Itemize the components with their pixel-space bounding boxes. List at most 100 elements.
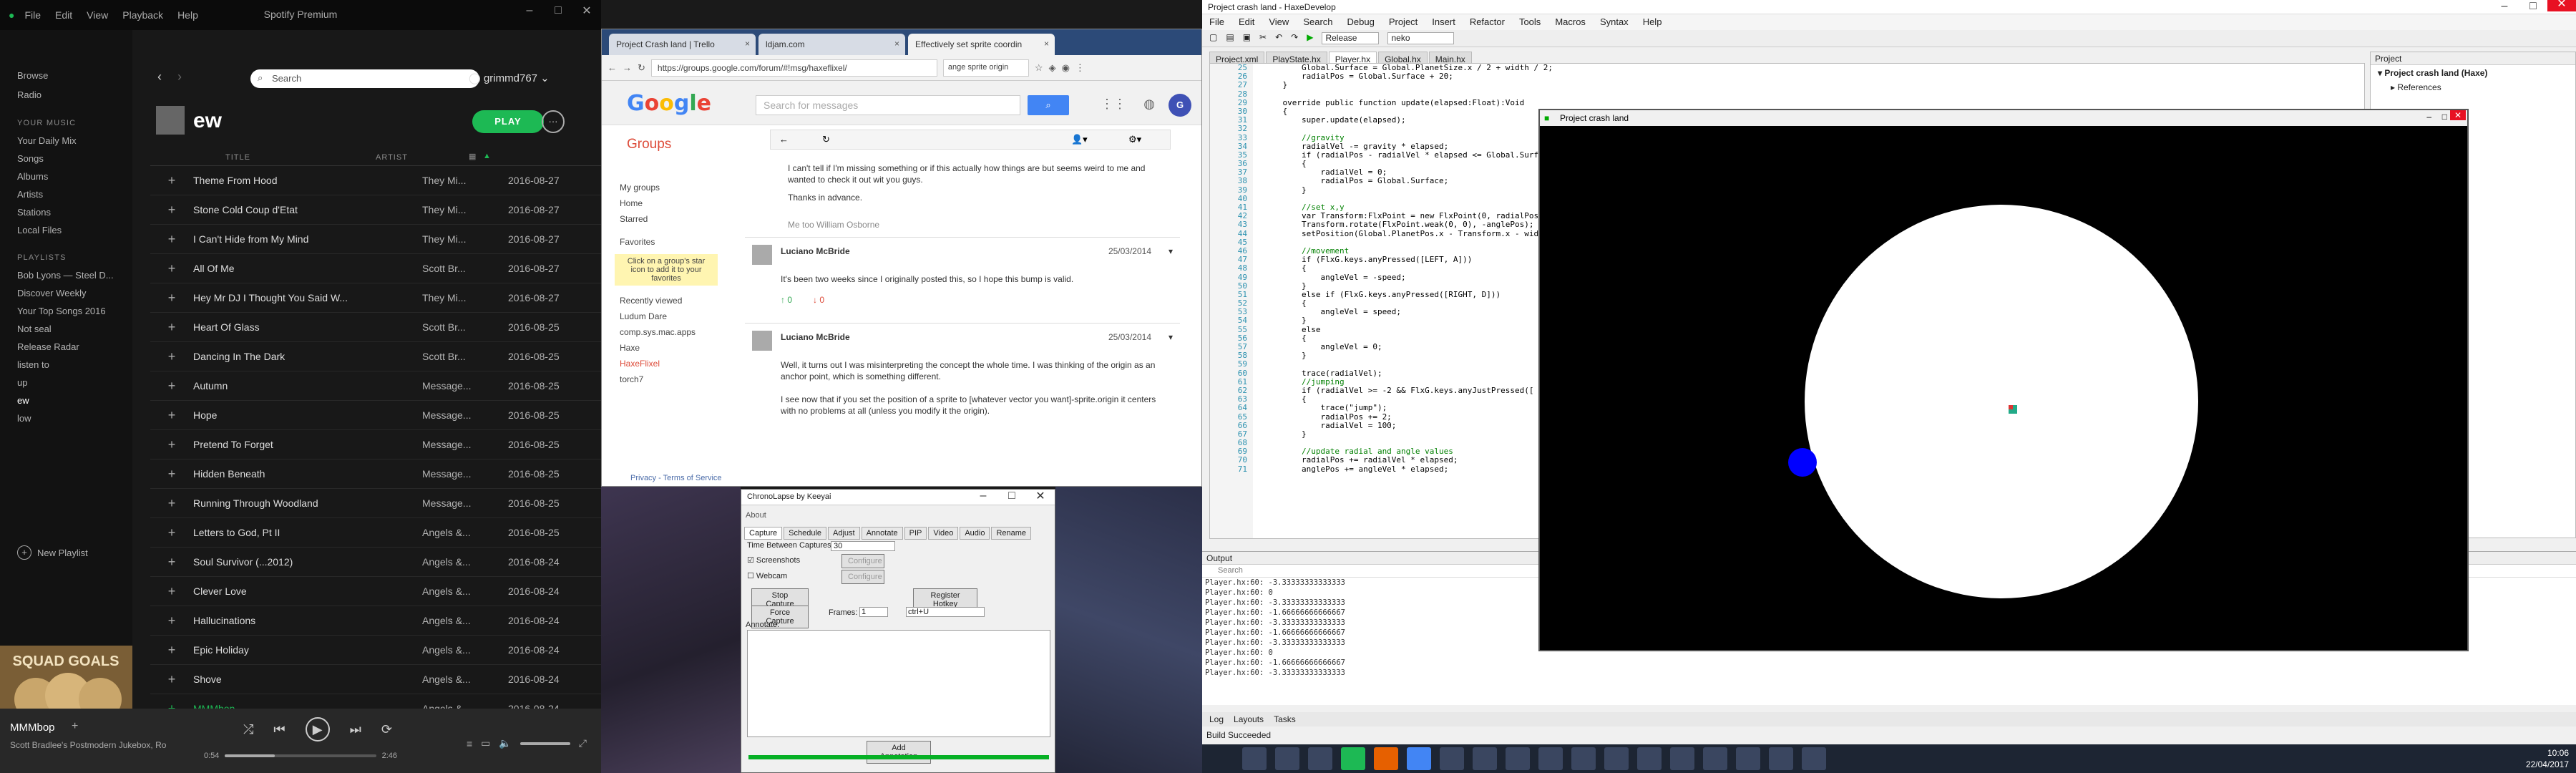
col-title[interactable]: TITLE <box>225 153 250 162</box>
add-track-icon[interactable]: + <box>150 261 193 276</box>
back-icon[interactable]: ← <box>608 62 617 73</box>
maximize-icon[interactable]: □ <box>2519 0 2547 17</box>
sidebar-item-daily-mix[interactable]: Your Daily Mix <box>0 132 132 150</box>
playlist-item[interactable]: up <box>0 374 132 392</box>
taskbar-app-icon[interactable] <box>1473 747 1497 770</box>
close-icon[interactable]: ✕ <box>572 0 601 21</box>
table-row[interactable]: + Hidden Beneath Message... 2016-08-25 <box>150 460 601 489</box>
recent-item[interactable]: comp.sys.mac.apps <box>609 324 723 340</box>
now-playing-title[interactable]: MMMbop <box>10 721 55 734</box>
table-row[interactable]: + Soul Survivor (...2012) Angels &... 2016-… <box>150 548 601 577</box>
recent-item[interactable]: Ludum Dare <box>609 308 723 324</box>
track-artist[interactable]: Angels &... <box>422 644 508 656</box>
table-row[interactable]: + Heart Of Glass Scott Br... 2016-08-25 <box>150 313 601 342</box>
track-artist[interactable]: They Mi... <box>422 233 508 245</box>
next-icon[interactable]: ⏭ <box>350 722 361 737</box>
add-annotation-button[interactable]: Add Annotation <box>867 741 931 764</box>
find-input[interactable]: ange sprite origin <box>942 59 1029 77</box>
track-artist[interactable]: Angels &... <box>422 585 508 597</box>
table-row[interactable]: + Pretend To Forget Message... 2016-08-25 <box>150 430 601 460</box>
post-author[interactable]: Luciano McBride <box>781 246 850 256</box>
menu-view[interactable]: View <box>87 9 108 21</box>
playlist-item[interactable]: Your Top Songs 2016 <box>0 302 132 320</box>
table-row[interactable]: + Stone Cold Coup d'Etat They Mi... 2016-08… <box>150 195 601 225</box>
queue-icon[interactable]: ≡ <box>467 738 472 749</box>
track-artist[interactable]: Scott Br... <box>422 351 508 362</box>
menu-item[interactable]: Tools <box>1519 16 1541 28</box>
add-track-icon[interactable]: + <box>150 203 193 218</box>
track-artist[interactable]: Angels &... <box>422 674 508 685</box>
add-track-icon[interactable]: + <box>150 643 193 658</box>
taskbar-app-icon[interactable] <box>1802 747 1826 770</box>
taskbar-app-icon[interactable] <box>1637 747 1662 770</box>
track-artist[interactable]: Scott Br... <box>422 321 508 333</box>
taskbar-app-icon[interactable] <box>1538 747 1563 770</box>
code-line[interactable]: radialPos = Global.Surface + 20; <box>1264 72 2364 81</box>
menu-item[interactable]: View <box>1269 16 1289 28</box>
menu-item[interactable]: Refactor <box>1470 16 1505 28</box>
add-track-icon[interactable]: + <box>150 584 193 599</box>
play-pause-button[interactable]: ▶ <box>305 717 330 742</box>
taskbar-app-icon[interactable] <box>1308 747 1332 770</box>
nav-home[interactable]: Home <box>609 195 723 211</box>
code-line[interactable] <box>1264 90 2364 99</box>
sidebar-item-radio[interactable]: Radio <box>0 85 132 104</box>
redo-icon[interactable]: ↷ <box>1291 32 1298 44</box>
track-artist[interactable]: Message... <box>422 497 508 509</box>
close-icon[interactable]: ✕ <box>1026 488 1055 504</box>
nav-starred[interactable]: Starred <box>609 211 723 227</box>
reload-icon[interactable]: ↻ <box>638 62 645 74</box>
about-menu[interactable]: About <box>746 511 766 520</box>
tab-log[interactable]: Log <box>1209 714 1224 724</box>
search-button[interactable]: ⌕ <box>1028 95 1069 115</box>
playlist-item[interactable]: listen to <box>0 356 132 374</box>
track-artist[interactable]: Message... <box>422 468 508 480</box>
tab-rename[interactable]: Rename <box>991 527 1032 540</box>
track-artist[interactable]: Angels &... <box>422 615 508 626</box>
menu-item[interactable]: Search <box>1303 16 1332 28</box>
taskbar-app-icon[interactable] <box>1703 747 1727 770</box>
author-avatar[interactable] <box>752 331 772 351</box>
play-button[interactable]: PLAY <box>472 110 544 133</box>
menu-file[interactable]: File <box>24 9 41 21</box>
add-track-icon[interactable]: + <box>150 525 193 540</box>
add-track-icon[interactable]: + <box>150 496 193 511</box>
game-canvas[interactable] <box>1540 126 2467 650</box>
resize-icon[interactable]: ⤢ <box>579 737 587 749</box>
sidebar-item-stations[interactable]: Stations <box>0 203 132 221</box>
add-track-icon[interactable]: + <box>150 467 193 482</box>
forward-icon[interactable]: → <box>623 62 632 73</box>
progress-bar[interactable]: 0:54 2:46 <box>204 752 397 760</box>
minimize-icon[interactable]: – <box>2490 0 2519 17</box>
add-track-icon[interactable]: + <box>150 379 193 394</box>
more-options-button[interactable]: ··· <box>542 110 565 133</box>
spotify-taskbar-icon[interactable] <box>1341 747 1365 770</box>
menu-item[interactable]: Insert <box>1432 16 1455 28</box>
track-artist[interactable]: Angels &... <box>422 527 508 538</box>
track-artist[interactable]: They Mi... <box>422 204 508 215</box>
shuffle-icon[interactable]: ⤮ <box>243 722 253 737</box>
playlist-item[interactable]: Release Radar <box>0 338 132 356</box>
add-track-icon[interactable]: + <box>150 613 193 628</box>
sidebar-item-songs[interactable]: Songs <box>0 150 132 167</box>
table-row[interactable]: + Epic Holiday Angels &... 2016-08-24 <box>150 636 601 665</box>
hotkey-input[interactable]: ctrl+U <box>906 607 985 617</box>
table-row[interactable]: + Hey Mr DJ I Thought You Said W... They M… <box>150 283 601 313</box>
google-logo[interactable]: Google <box>627 91 711 116</box>
new-file-icon[interactable]: ▢ <box>1209 32 1217 44</box>
previous-icon[interactable]: ⏮ <box>273 722 285 737</box>
notifications-icon[interactable]: ◍ <box>1143 97 1155 112</box>
track-artist[interactable]: Message... <box>422 439 508 450</box>
sidebar-item-artists[interactable]: Artists <box>0 185 132 203</box>
sidebar-item-local-files[interactable]: Local Files <box>0 221 132 239</box>
post-author[interactable]: Luciano McBride <box>781 332 850 342</box>
now-playing-artist[interactable]: Scott Bradlee's Postmodern Jukebox, Ro <box>10 740 166 750</box>
user-menu[interactable]: ◯ grimmd767 ⌄ <box>469 72 550 84</box>
sidebar-item-browse[interactable]: Browse <box>0 66 132 85</box>
frames-input[interactable]: 1 <box>859 607 888 617</box>
taskbar-app-icon[interactable] <box>1440 747 1464 770</box>
menu-item[interactable]: Help <box>1643 16 1662 28</box>
forward-icon[interactable]: › <box>177 69 182 84</box>
menu-item[interactable]: Macros <box>1555 16 1586 28</box>
tab-video[interactable]: Video <box>928 527 959 540</box>
